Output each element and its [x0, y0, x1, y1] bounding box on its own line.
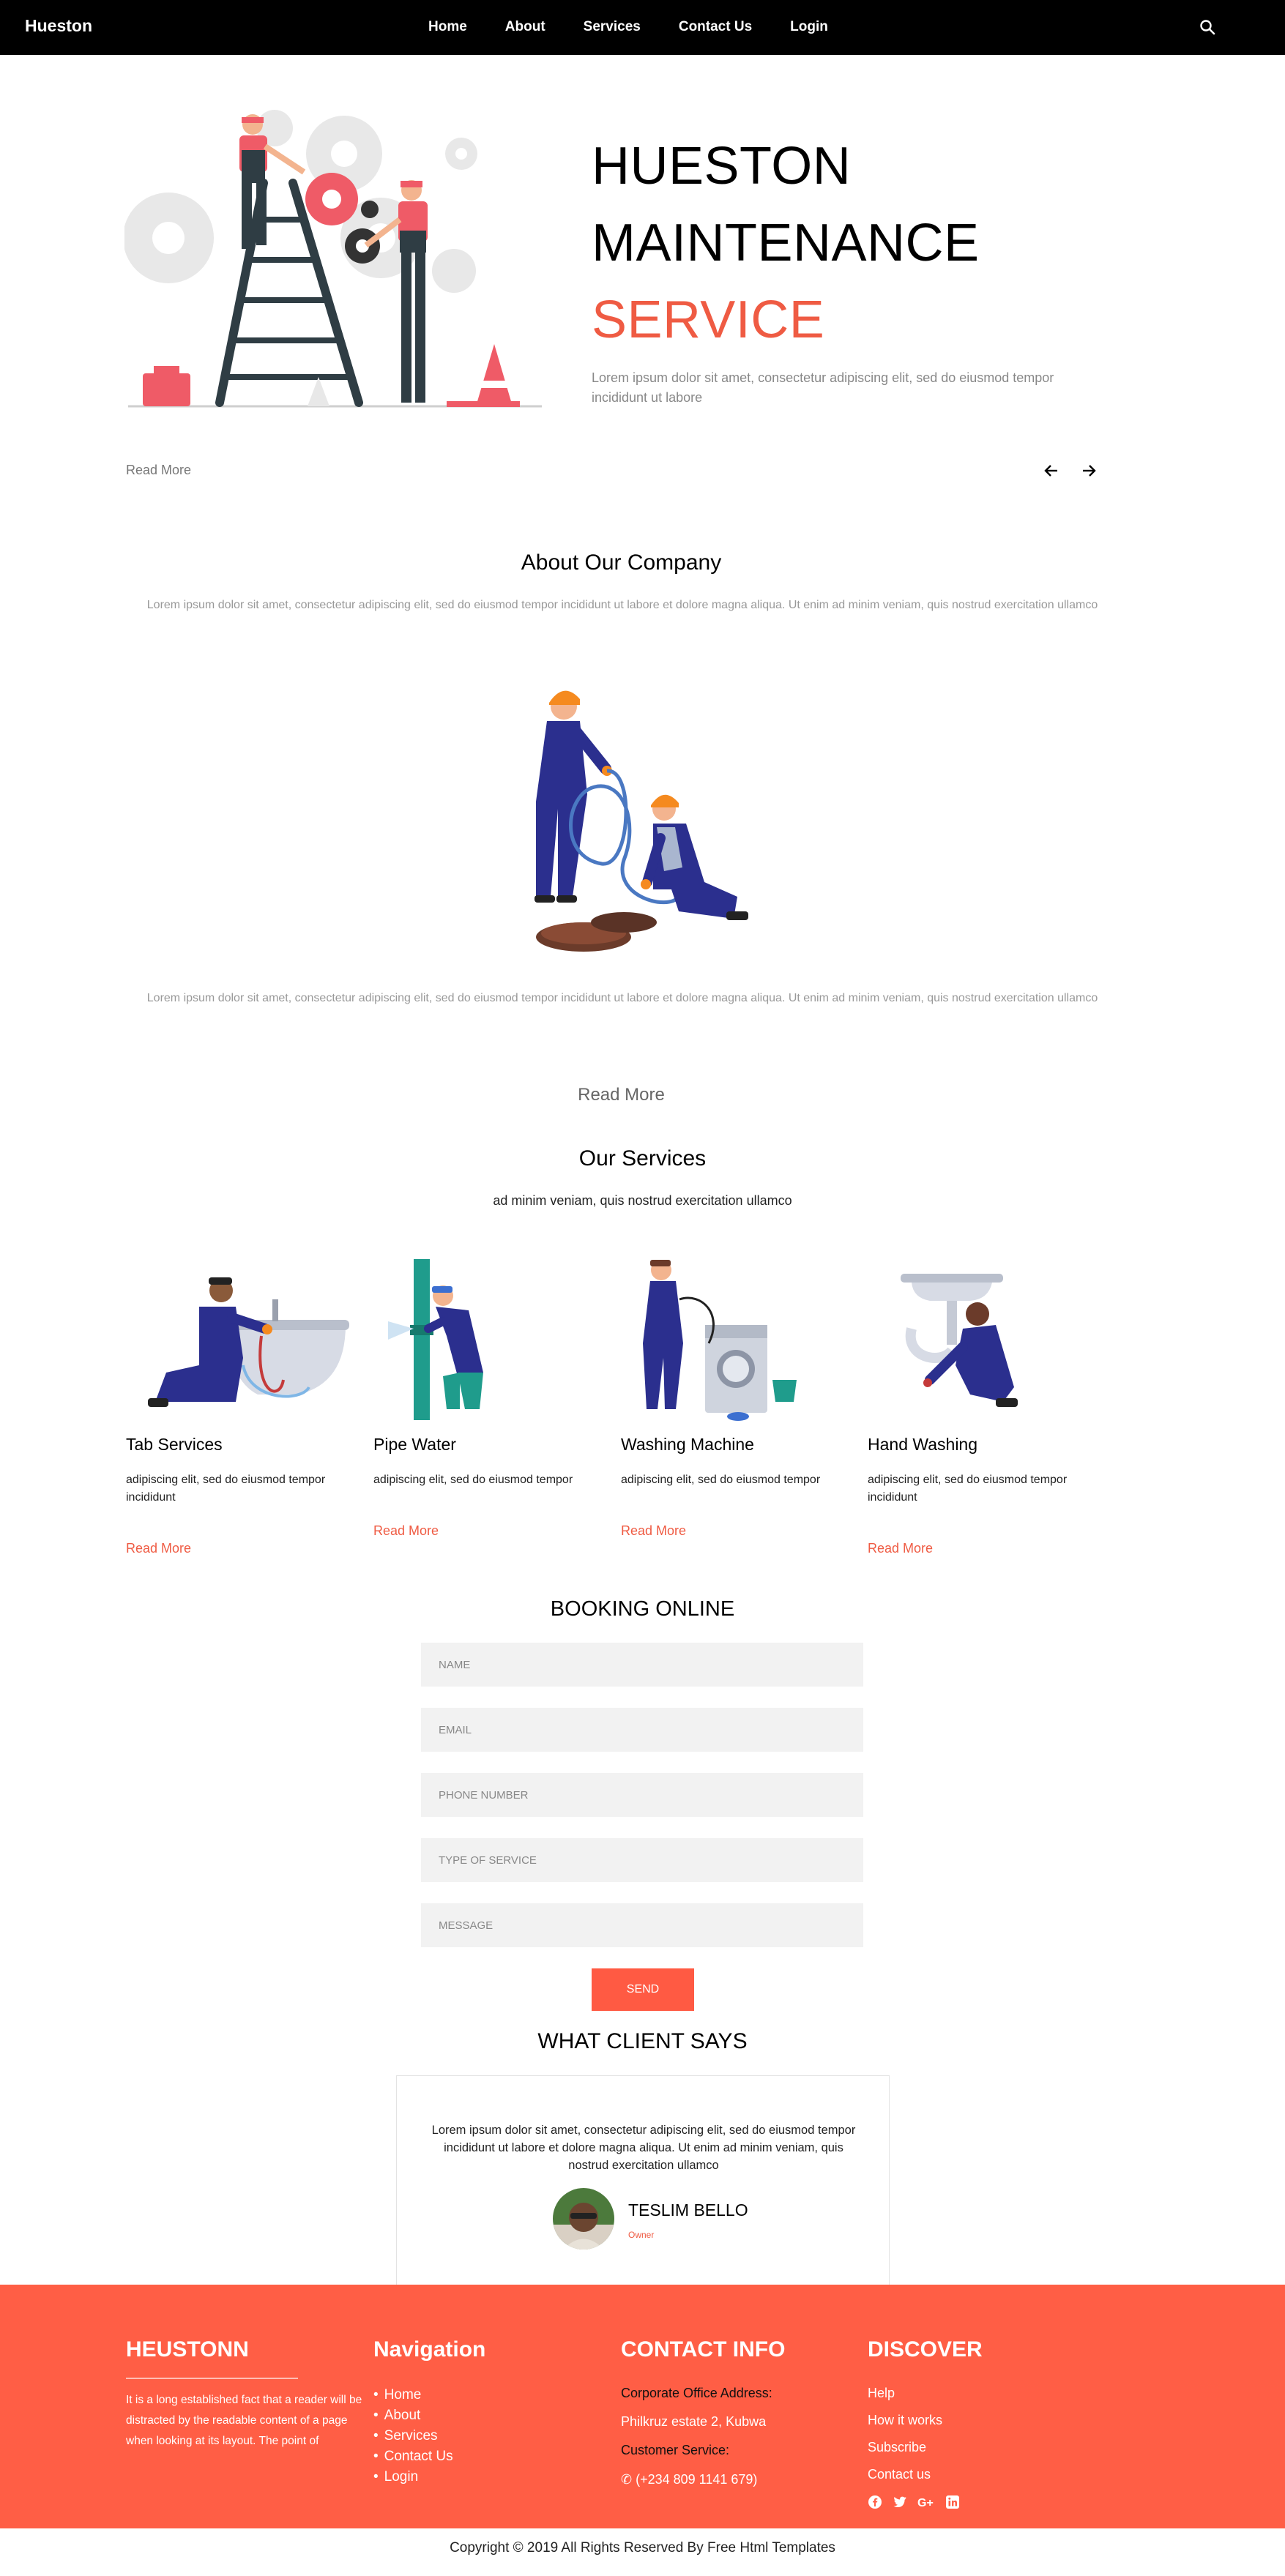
hand-washing-illustration [901, 1274, 1018, 1407]
discover-how-it-works-link[interactable]: How it works [868, 2413, 1014, 2428]
footer-nav-about[interactable]: About [373, 2405, 453, 2426]
footer-contact: CONTACT INFO Corporate Office Address: P… [621, 2337, 786, 2487]
client-says-title: WHAT CLIENT SAYS [537, 2029, 748, 2053]
hero-illustration [124, 110, 542, 408]
page: Hueston Home About Services Contact Us L… [0, 0, 1285, 2576]
nav-link-home[interactable]: Home [428, 19, 467, 35]
nav-link-about[interactable]: About [505, 19, 545, 35]
footer-about-heading: HEUSTONN [126, 2337, 249, 2362]
service-desc: adipiscing elit, sed do eiusmod tempor [621, 1474, 821, 1486]
avatar [553, 2188, 614, 2250]
services-title: Our Services [578, 1146, 707, 1171]
footer-nav-home[interactable]: Home [373, 2385, 453, 2405]
footer-nav-login[interactable]: Login [373, 2467, 453, 2487]
hero-title-line3: SERVICE [592, 291, 825, 349]
footer-about: HEUSTONN It is a long established fact t… [126, 2337, 362, 2447]
service-name: Hand Washing [868, 1435, 978, 1454]
nav-link-services[interactable]: Services [584, 19, 641, 35]
footer-contact-heading: CONTACT INFO [621, 2337, 786, 2362]
discover-subscribe-link[interactable]: Subscribe [868, 2440, 1014, 2455]
service-type-input[interactable] [421, 1838, 863, 1882]
hero-read-more-link[interactable]: Read More [126, 463, 191, 478]
tab-services-illustration [148, 1277, 349, 1407]
footer-about-text: It is a long established fact that a rea… [126, 2394, 362, 2447]
name-input[interactable] [421, 1643, 863, 1687]
hero-description: Lorem ipsum dolor sit amet, consectetur … [592, 370, 1054, 405]
washing-machine-illustration [643, 1260, 797, 1421]
copyright-text: Copyright © 2019 All Rights Reserved By … [450, 2540, 835, 2556]
footer-discover-heading: DISCOVER [868, 2337, 983, 2362]
service-desc: adipiscing elit, sed do eiusmod tempor [373, 1474, 573, 1486]
footer-nav-list: Home About Services Contact Us Login [373, 2385, 453, 2487]
about-text-top: Lorem ipsum dolor sit amet, consectetur … [146, 599, 1098, 611]
facebook-icon[interactable] [868, 2495, 882, 2509]
brand-logo[interactable]: Hueston [25, 16, 92, 36]
social-icons: G+ [868, 2495, 960, 2509]
service-read-more-link[interactable]: Read More [621, 1523, 686, 1539]
nav-link-contact[interactable]: Contact Us [679, 19, 752, 35]
top-navbar: Hueston Home About Services Contact Us L… [0, 0, 1285, 55]
about-text-bottom: Lorem ipsum dolor sit amet, consectetur … [146, 992, 1098, 1004]
service-card-washing-machine: Washing Machine adipiscing elit, sed do … [621, 1255, 863, 1538]
footer-nav-heading: Navigation [373, 2337, 486, 2362]
about-title: About Our Company [521, 550, 722, 575]
send-button[interactable]: SEND [592, 1968, 694, 2011]
service-read-more-link[interactable]: Read More [373, 1523, 439, 1539]
client-name: TESLIM BELLO [628, 2200, 748, 2220]
linkedin-icon[interactable] [945, 2495, 960, 2509]
nav-links: Home About Services Contact Us Login [428, 19, 866, 35]
arrow-left-icon[interactable] [1043, 463, 1059, 479]
testimonial-text: Lorem ipsum dolor sit amet, consectetur … [431, 2124, 856, 2172]
office-address-label: Corporate Office Address: [621, 2386, 772, 2400]
footer-nav-services[interactable]: Services [373, 2426, 453, 2446]
svg-text:G+: G+ [917, 2497, 934, 2509]
hero-title-line1: HUESTON [592, 137, 852, 195]
service-name: Tab Services [126, 1435, 223, 1454]
about-read-more-link[interactable]: Read More [0, 1085, 1243, 1105]
office-address-value: Philkruz estate 2, Kubwa [621, 2414, 767, 2429]
services-subtitle: ad minim veniam, quis nostrud exercitati… [493, 1193, 792, 1208]
hero-title: HUESTON MAINTENANCE SERVICE [592, 128, 980, 359]
nav-link-login[interactable]: Login [790, 19, 828, 35]
service-name: Washing Machine [621, 1435, 754, 1454]
service-card-pipe-water: Pipe Water adipiscing elit, sed do eiusm… [373, 1255, 615, 1538]
email-input[interactable] [421, 1708, 863, 1752]
service-card-hand-washing: Hand Washing adipiscing elit, sed do eiu… [868, 1255, 1109, 1556]
discover-contact-link[interactable]: Contact us [868, 2467, 1014, 2482]
footer: HEUSTONN It is a long established fact t… [0, 2285, 1285, 2528]
testimonial-card: Lorem ipsum dolor sit amet, consectetur … [396, 2075, 890, 2288]
service-desc: adipiscing elit, sed do eiusmod tempor i… [868, 1474, 1068, 1504]
hero-title-line2: MAINTENANCE [592, 214, 980, 272]
arrow-right-icon[interactable] [1081, 463, 1097, 479]
footer-divider [126, 2378, 298, 2379]
discover-help-link[interactable]: Help [868, 2386, 1014, 2401]
footer-nav-contact[interactable]: Contact Us [373, 2446, 453, 2467]
customer-phone: ✆ (+234 809 1141 679) [621, 2472, 855, 2487]
service-desc: adipiscing elit, sed do eiusmod tempor i… [126, 1474, 326, 1504]
twitter-icon[interactable] [893, 2495, 907, 2509]
pipe-water-illustration [388, 1259, 483, 1420]
phone-number: (+234 809 1141 679) [636, 2472, 758, 2487]
footer-discover: DISCOVER Help How it works Subscribe Con… [868, 2337, 983, 2509]
phone-icon: ✆ [621, 2472, 636, 2487]
service-card-tab-services: Tab Services adipiscing elit, sed do eiu… [126, 1255, 368, 1556]
customer-service-label: Customer Service: [621, 2443, 730, 2457]
service-read-more-link[interactable]: Read More [868, 1541, 933, 1556]
google-plus-icon[interactable]: G+ [917, 2495, 935, 2509]
about-illustration [535, 690, 748, 952]
message-input[interactable] [421, 1903, 863, 1947]
search-icon[interactable] [1199, 19, 1215, 35]
phone-input[interactable] [421, 1773, 863, 1817]
footer-navigation: Navigation Home About Services Contact U… [373, 2337, 486, 2484]
booking-title: BOOKING ONLINE [550, 1597, 735, 1621]
client-role: Owner [628, 2230, 655, 2240]
service-read-more-link[interactable]: Read More [126, 1541, 191, 1556]
service-name: Pipe Water [373, 1435, 456, 1454]
